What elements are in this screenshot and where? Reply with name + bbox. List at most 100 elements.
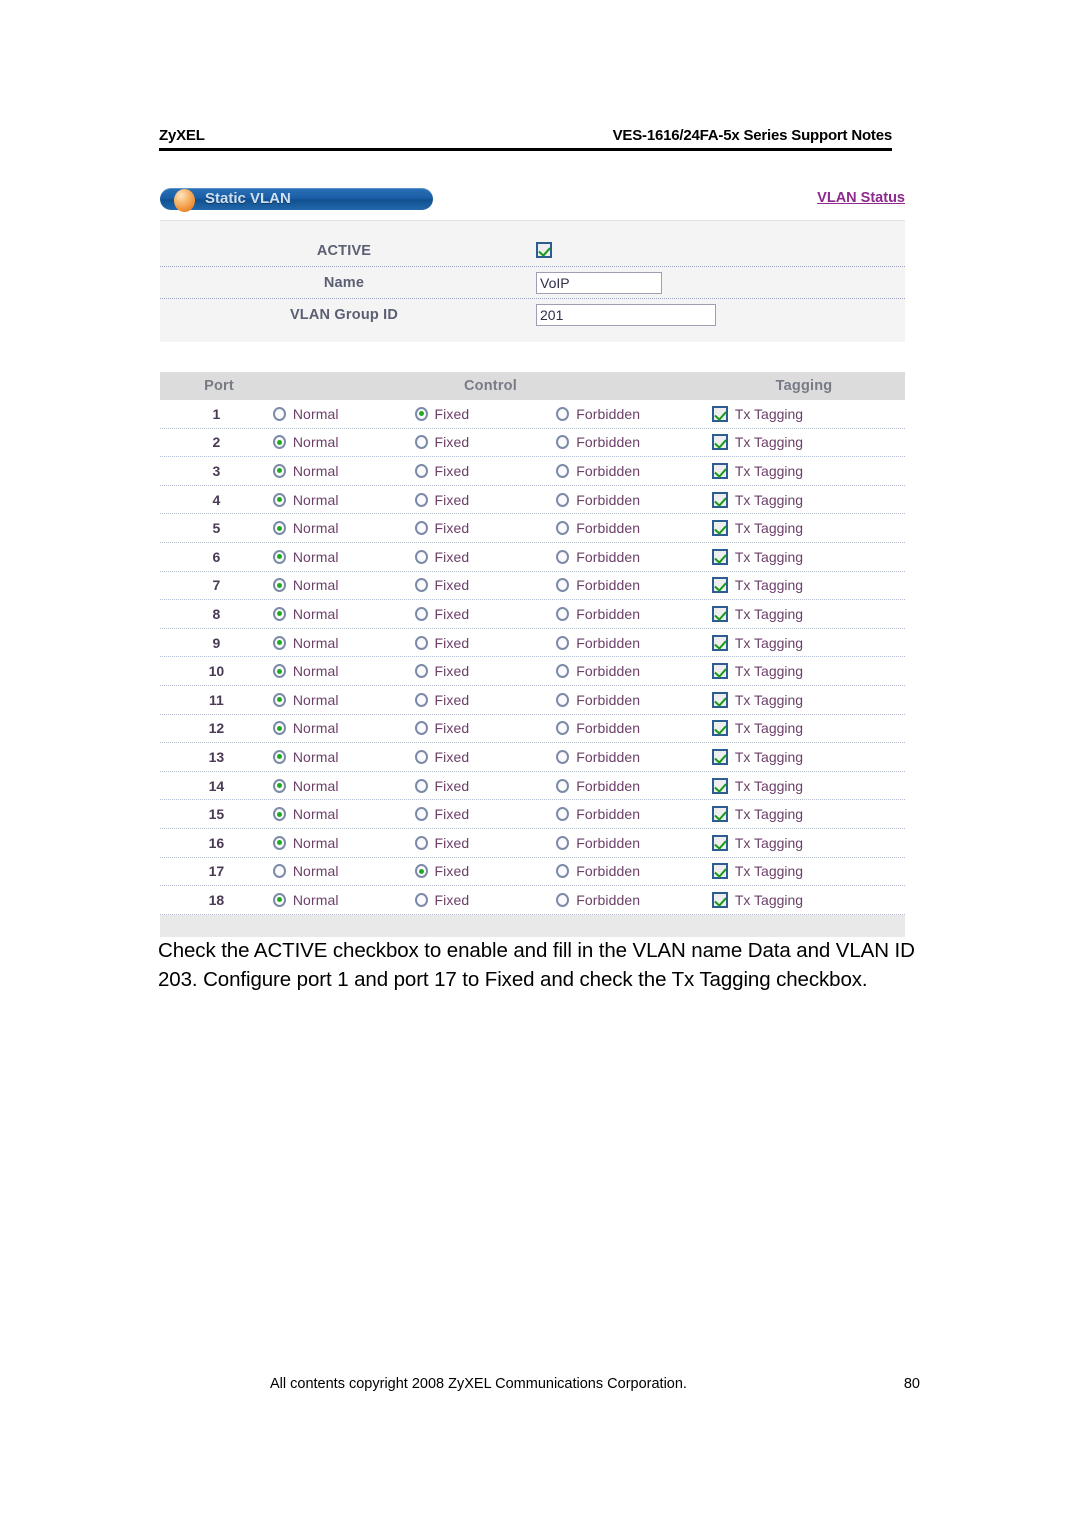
radio-normal-icon[interactable] [272,721,286,736]
radio-forbidden-icon[interactable] [556,549,570,564]
radio-normal-icon[interactable] [272,864,286,879]
vlan-name-input[interactable] [536,271,662,294]
radio-forbidden-icon[interactable] [556,892,570,907]
radio-forbidden-icon[interactable] [556,807,570,822]
control-option-forbidden[interactable]: Forbidden [556,692,698,708]
radio-fixed-icon[interactable] [414,692,428,707]
tx-tagging-checkbox[interactable] [711,777,728,794]
radio-fixed-icon[interactable] [414,549,428,564]
tx-tagging-checkbox[interactable] [711,720,728,737]
control-option-forbidden[interactable]: Forbidden [556,577,698,593]
tx-tagging-checkbox[interactable] [711,577,728,594]
tx-tagging-checkbox[interactable] [711,806,728,823]
control-option-normal[interactable]: Normal [272,520,415,536]
tx-tagging-checkbox[interactable] [711,520,728,537]
tx-tagging-checkbox[interactable] [711,605,728,622]
control-option-normal[interactable]: Normal [272,463,415,479]
radio-normal-icon[interactable] [272,692,286,707]
radio-fixed-icon[interactable] [414,635,428,650]
control-option-normal[interactable]: Normal [272,492,415,508]
tx-tagging-checkbox[interactable] [711,434,728,451]
radio-normal-icon[interactable] [272,463,286,478]
radio-normal-icon[interactable] [272,749,286,764]
control-option-normal[interactable]: Normal [272,835,415,851]
control-option-forbidden[interactable]: Forbidden [556,549,698,565]
radio-forbidden-icon[interactable] [556,835,570,850]
tx-tagging-checkbox[interactable] [711,634,728,651]
radio-forbidden-icon[interactable] [556,749,570,764]
control-option-forbidden[interactable]: Forbidden [556,492,698,508]
control-option-fixed[interactable]: Fixed [414,549,557,565]
control-option-forbidden[interactable]: Forbidden [556,863,698,879]
vlan-status-link[interactable]: VLAN Status [817,190,905,206]
control-option-normal[interactable]: Normal [272,606,415,622]
radio-forbidden-icon[interactable] [556,864,570,879]
radio-fixed-icon[interactable] [414,664,428,679]
radio-fixed-icon[interactable] [414,606,428,621]
tx-tagging-checkbox[interactable] [711,748,728,765]
radio-fixed-icon[interactable] [414,835,428,850]
tx-tagging-checkbox[interactable] [711,691,728,708]
radio-forbidden-icon[interactable] [556,606,570,621]
control-option-forbidden[interactable]: Forbidden [556,835,698,851]
control-option-normal[interactable]: Normal [272,549,415,565]
control-option-forbidden[interactable]: Forbidden [556,749,698,765]
control-option-forbidden[interactable]: Forbidden [556,892,698,908]
control-option-forbidden[interactable]: Forbidden [556,520,698,536]
radio-normal-icon[interactable] [272,549,286,564]
control-option-normal[interactable]: Normal [272,406,415,422]
radio-forbidden-icon[interactable] [556,521,570,536]
radio-fixed-icon[interactable] [414,864,428,879]
control-option-fixed[interactable]: Fixed [414,720,557,736]
control-option-normal[interactable]: Normal [272,863,415,879]
control-option-normal[interactable]: Normal [272,806,415,822]
radio-normal-icon[interactable] [272,807,286,822]
control-option-normal[interactable]: Normal [272,749,415,765]
radio-fixed-icon[interactable] [414,892,428,907]
radio-forbidden-icon[interactable] [556,721,570,736]
radio-normal-icon[interactable] [272,892,286,907]
control-option-forbidden[interactable]: Forbidden [556,663,698,679]
radio-forbidden-icon[interactable] [556,578,570,593]
radio-normal-icon[interactable] [272,778,286,793]
control-option-fixed[interactable]: Fixed [414,434,557,450]
radio-forbidden-icon[interactable] [556,406,570,421]
tx-tagging-checkbox[interactable] [711,863,728,880]
control-option-fixed[interactable]: Fixed [414,806,557,822]
radio-fixed-icon[interactable] [414,492,428,507]
control-option-fixed[interactable]: Fixed [414,635,557,651]
radio-normal-icon[interactable] [272,635,286,650]
radio-normal-icon[interactable] [272,435,286,450]
radio-fixed-icon[interactable] [414,721,428,736]
control-option-normal[interactable]: Normal [272,663,415,679]
tx-tagging-checkbox[interactable] [711,891,728,908]
radio-normal-icon[interactable] [272,664,286,679]
radio-fixed-icon[interactable] [414,463,428,478]
control-option-normal[interactable]: Normal [272,778,415,794]
radio-forbidden-icon[interactable] [556,635,570,650]
radio-fixed-icon[interactable] [414,406,428,421]
radio-normal-icon[interactable] [272,835,286,850]
radio-forbidden-icon[interactable] [556,435,570,450]
radio-fixed-icon[interactable] [414,778,428,793]
control-option-fixed[interactable]: Fixed [414,692,557,708]
control-option-normal[interactable]: Normal [272,720,415,736]
control-option-fixed[interactable]: Fixed [414,406,557,422]
radio-fixed-icon[interactable] [414,749,428,764]
control-option-fixed[interactable]: Fixed [414,835,557,851]
control-option-fixed[interactable]: Fixed [414,492,557,508]
control-option-fixed[interactable]: Fixed [414,520,557,536]
radio-fixed-icon[interactable] [414,521,428,536]
radio-forbidden-icon[interactable] [556,664,570,679]
radio-forbidden-icon[interactable] [556,692,570,707]
control-option-fixed[interactable]: Fixed [414,749,557,765]
tx-tagging-checkbox[interactable] [711,834,728,851]
tx-tagging-checkbox[interactable] [711,663,728,680]
control-option-fixed[interactable]: Fixed [414,892,557,908]
control-option-normal[interactable]: Normal [272,577,415,593]
control-option-forbidden[interactable]: Forbidden [556,635,698,651]
radio-fixed-icon[interactable] [414,578,428,593]
control-option-forbidden[interactable]: Forbidden [556,720,698,736]
radio-normal-icon[interactable] [272,406,286,421]
control-option-forbidden[interactable]: Forbidden [556,434,698,450]
